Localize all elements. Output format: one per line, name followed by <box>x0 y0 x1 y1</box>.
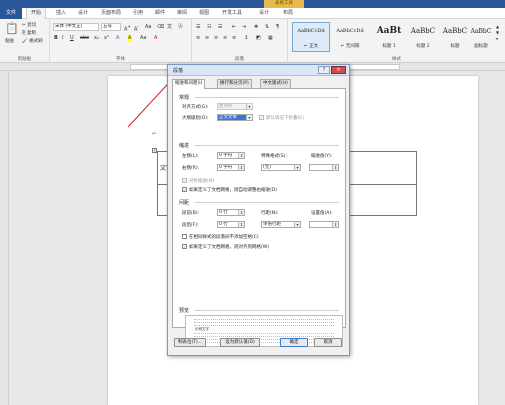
preview-line <box>194 319 334 320</box>
alignment-label: 对齐方式(G): <box>182 105 209 110</box>
spacing-at-label: 设置值(A): <box>311 211 333 216</box>
dialog-title-bar[interactable]: 段落 ? ✕ <box>168 65 349 76</box>
preview-line <box>194 336 334 337</box>
outline-level-label: 大纲级别(O): <box>182 116 209 121</box>
spinner-icon[interactable]: ⇕ <box>332 165 338 170</box>
space-before-input[interactable]: 0 行 ⇕ <box>217 209 245 216</box>
close-icon[interactable]: ✕ <box>331 66 346 74</box>
general-heading: 常规 <box>179 95 190 101</box>
ok-button[interactable]: 确定 <box>280 338 308 347</box>
section-divider <box>195 202 339 203</box>
tab-asian-typography[interactable]: 中文版式(H) <box>260 79 291 88</box>
preview-line <box>194 339 334 340</box>
preview-line <box>194 322 334 323</box>
auto-adjust-checkbox[interactable]: ✓ <box>182 187 187 192</box>
snap-to-grid-checkbox[interactable]: ✓ <box>182 244 187 249</box>
dialog-title: 段落 <box>173 68 184 74</box>
preview-heading: 预览 <box>179 308 190 314</box>
chevron-down-icon: ▾ <box>294 165 300 170</box>
indent-right-label: 右侧(R): <box>182 166 200 171</box>
space-after-input[interactable]: 0 行 ⇕ <box>217 221 245 228</box>
paragraph-mark-icon: ↵ <box>152 131 157 137</box>
mirror-indents-label: 对称缩进(M) <box>189 179 215 184</box>
chevron-down-icon: ▾ <box>294 222 300 227</box>
table-move-handle-icon[interactable]: + <box>152 148 157 153</box>
line-spacing-label: 行距(N): <box>261 211 279 216</box>
spinner-icon[interactable]: ⇕ <box>238 153 244 158</box>
collapsed-by-default-label: 默认情况下折叠(E) <box>266 116 304 121</box>
help-icon[interactable]: ? <box>318 66 330 74</box>
alignment-select[interactable]: 左对齐 ▾ <box>217 103 253 110</box>
paragraph-dialog: 段落 ? ✕ 缩进和间距(I) 换行和分页(P) 中文版式(H) 常规 对齐方式… <box>167 64 350 356</box>
no-space-same-style-checkbox[interactable] <box>182 234 187 239</box>
spinner-icon[interactable]: ⇕ <box>238 222 244 227</box>
preview-line <box>194 333 334 334</box>
outline-level-select[interactable]: 正文文本 ▾ <box>217 114 253 121</box>
snap-to-grid-label: 如果定义了文档网格，则对齐到网格(W) <box>189 245 269 250</box>
spinner-icon[interactable]: ⇕ <box>238 210 244 215</box>
space-after-label: 段后(F): <box>182 223 199 228</box>
preview-line <box>194 342 334 343</box>
section-divider <box>195 145 339 146</box>
special-indent-label: 特殊格式(S): <box>261 154 287 159</box>
spacing-heading: 间距 <box>179 200 190 206</box>
special-indent-select[interactable]: (无) ▾ <box>261 164 301 171</box>
spacing-at-input[interactable]: ⇕ <box>309 221 339 228</box>
indent-heading: 缩进 <box>179 143 190 149</box>
auto-adjust-label: 如果定义了文档网格，则自动调整右缩进(D) <box>189 188 277 193</box>
spinner-icon[interactable]: ⇕ <box>332 222 338 227</box>
chevron-down-icon: ▾ <box>246 115 252 120</box>
cancel-button[interactable]: 取消 <box>314 338 342 347</box>
indent-left-input[interactable]: 0 字符 ⇕ <box>217 152 245 159</box>
indent-by-input[interactable]: ⇕ <box>309 164 339 171</box>
tabs-button[interactable]: 制表位(T)... <box>174 338 206 347</box>
set-default-button[interactable]: 设为默认值(D) <box>220 338 260 347</box>
section-divider <box>195 97 339 98</box>
preview-sample-text: 示例文字 <box>195 327 209 331</box>
indent-by-label: 缩进值(Y): <box>311 154 333 159</box>
indent-right-input[interactable]: 0 字符 ⇕ <box>217 164 245 171</box>
tab-indents-spacing[interactable]: 缩进和间距(I) <box>172 79 206 89</box>
indent-left-label: 左侧(L): <box>182 154 199 159</box>
line-spacing-select[interactable]: 单倍行距 ▾ <box>261 221 301 228</box>
space-before-label: 段前(B): <box>182 211 200 216</box>
collapsed-by-default-checkbox[interactable] <box>259 115 264 120</box>
mirror-indents-checkbox[interactable] <box>182 178 187 183</box>
no-space-same-style-label: 在相同样式的段落间不添加空格(C) <box>189 235 259 240</box>
spinner-icon[interactable]: ⇕ <box>238 165 244 170</box>
chevron-down-icon: ▾ <box>246 104 252 109</box>
tab-line-page-breaks[interactable]: 换行和分页(P) <box>217 79 252 88</box>
section-divider <box>195 310 339 311</box>
preview-line <box>194 325 334 326</box>
indents-spacing-panel: 常规 对齐方式(G): 左对齐 ▾ 大纲级别(O): 正文文本 ▾ 默认情况下折叠(… <box>172 88 346 347</box>
